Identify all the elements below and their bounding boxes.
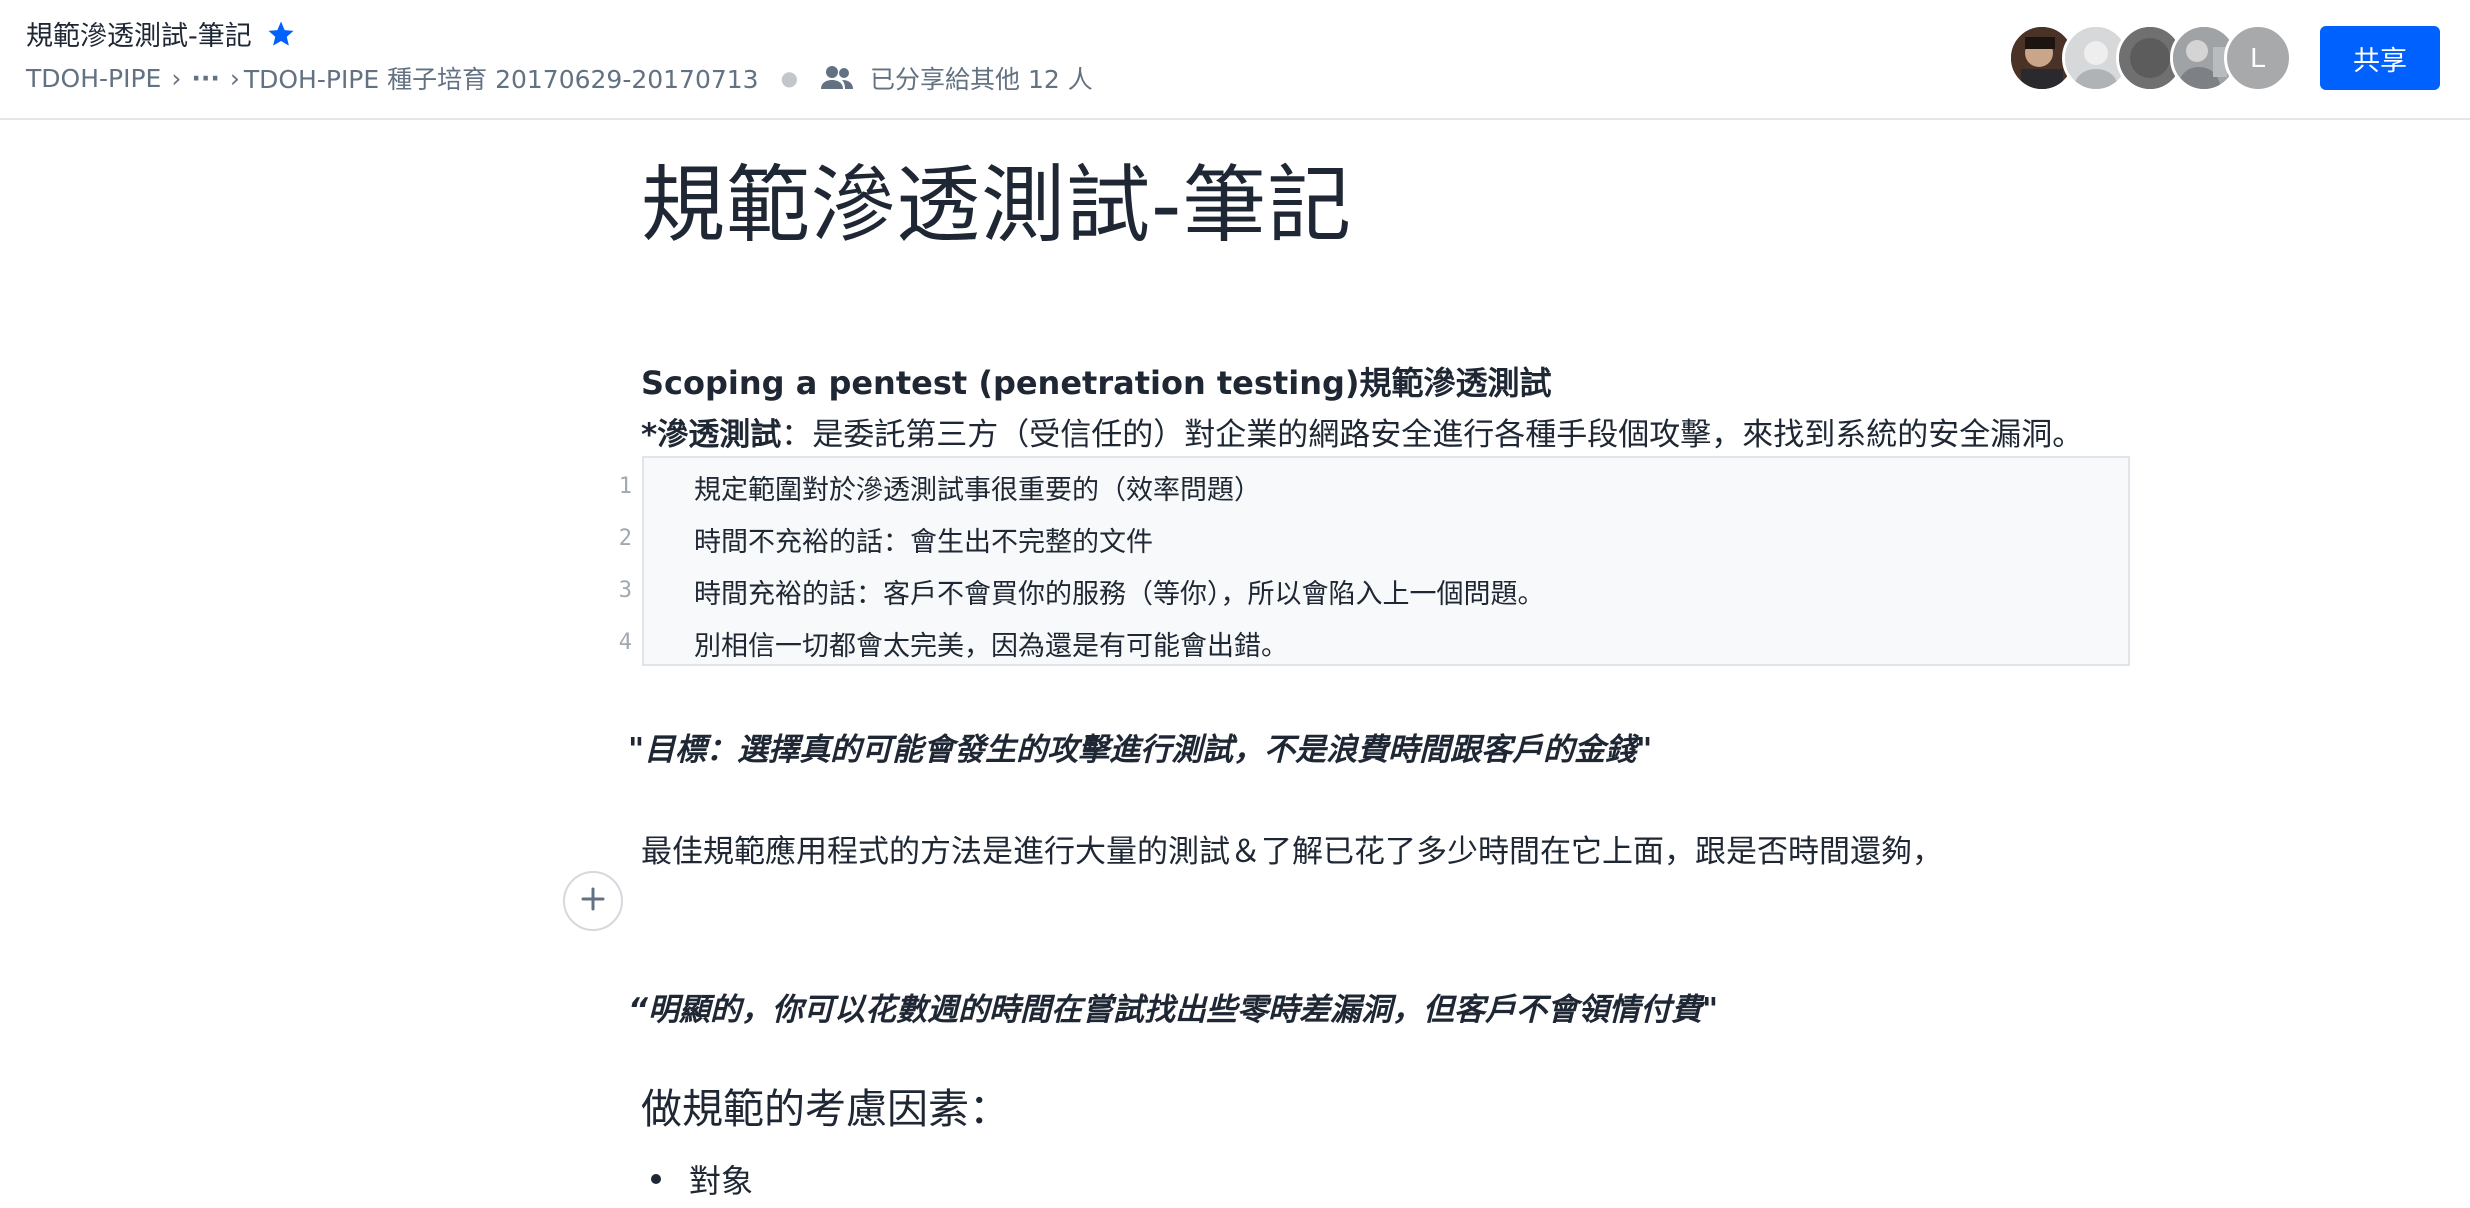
code-block[interactable]: 規定範圍對於滲透測試事很重要的（效率問題） 時間不充裕的話：會生出不完整的文件 … xyxy=(642,456,2130,666)
code-line: 時間充裕的話：客戶不會買你的服務（等你），所以會陷入上一個問題。 xyxy=(694,579,1545,610)
shared-with-text[interactable]: 已分享給其他 12 人 xyxy=(870,60,1093,96)
breadcrumb-root[interactable]: TDOH-PIPE xyxy=(26,64,161,93)
line-number: 3 xyxy=(618,578,632,603)
share-button[interactable]: 共享 xyxy=(2320,26,2440,90)
plus-icon xyxy=(580,886,606,916)
bullet-dot xyxy=(651,1174,661,1184)
doc-title[interactable]: 規範滲透測試-筆記 xyxy=(26,14,252,53)
dot-separator: ● xyxy=(780,66,799,90)
breadcrumb: TDOH-PIPE › ··· › TDOH-PIPE 種子培育 2017062… xyxy=(26,60,1093,96)
avatar-letter[interactable]: L xyxy=(2224,24,2292,92)
list-item[interactable]: 對象 xyxy=(651,1156,753,1202)
breadcrumb-ellipsis[interactable]: ··· xyxy=(191,64,220,93)
doc-title-row: 規範滲透測試-筆記 xyxy=(26,14,296,53)
code-line: 別相信一切都會太完美，因為還是有可能會出錯。 xyxy=(694,631,1288,662)
definition-term: *滲透測試 xyxy=(641,417,782,453)
line-number: 4 xyxy=(618,630,632,655)
code-line: 規定範圍對於滲透測試事很重要的（效率問題） xyxy=(694,475,1261,506)
line-number: 1 xyxy=(618,474,632,499)
top-header: 規範滲透測試-筆記 TDOH-PIPE › ··· › TDOH-PIPE 種子… xyxy=(0,0,2470,120)
subheading[interactable]: 做規範的考慮因素： xyxy=(641,1075,1010,1135)
star-icon[interactable] xyxy=(266,19,296,49)
definition-paragraph[interactable]: *滲透測試：是委託第三方（受信任的）對企業的網路安全進行各種手段個攻擊，來找到系… xyxy=(641,409,2083,454)
breadcrumb-separator: › xyxy=(229,63,240,93)
quote-goal[interactable]: "目標：選擇真的可能會發生的攻擊進行測試，不是浪費時間跟客戶的金錢" xyxy=(628,724,1652,769)
document-body: 規範滲透測試-筆記 Scoping a pentest (penetration… xyxy=(0,120,2470,1208)
definition-text: ：是委託第三方（受信任的）對企業的網路安全進行各種手段個攻擊，來找到系統的安全漏… xyxy=(781,417,2084,453)
code-line: 時間不充裕的話：會生出不完整的文件 xyxy=(694,527,1153,558)
breadcrumb-folder[interactable]: TDOH-PIPE 種子培育 20170629-20170713 xyxy=(244,60,759,96)
page-title[interactable]: 規範滲透測試-筆記 xyxy=(641,138,1352,259)
list-item-text: 對象 xyxy=(689,1162,754,1200)
add-block-button[interactable] xyxy=(563,871,623,931)
line-number: 2 xyxy=(618,526,632,551)
quote-zero-day[interactable]: “明顯的，你可以花數週的時間在嘗試找出些零時差漏洞，但客戶不會領情付費" xyxy=(628,984,1718,1029)
paragraph[interactable]: 最佳規範應用程式的方法是進行大量的測試＆了解已花了多少時間在它上面，跟是否時間還… xyxy=(641,826,1943,871)
people-icon xyxy=(820,65,854,91)
breadcrumb-separator: › xyxy=(171,63,182,93)
section-heading[interactable]: Scoping a pentest (penetration testing)規… xyxy=(641,358,1552,404)
